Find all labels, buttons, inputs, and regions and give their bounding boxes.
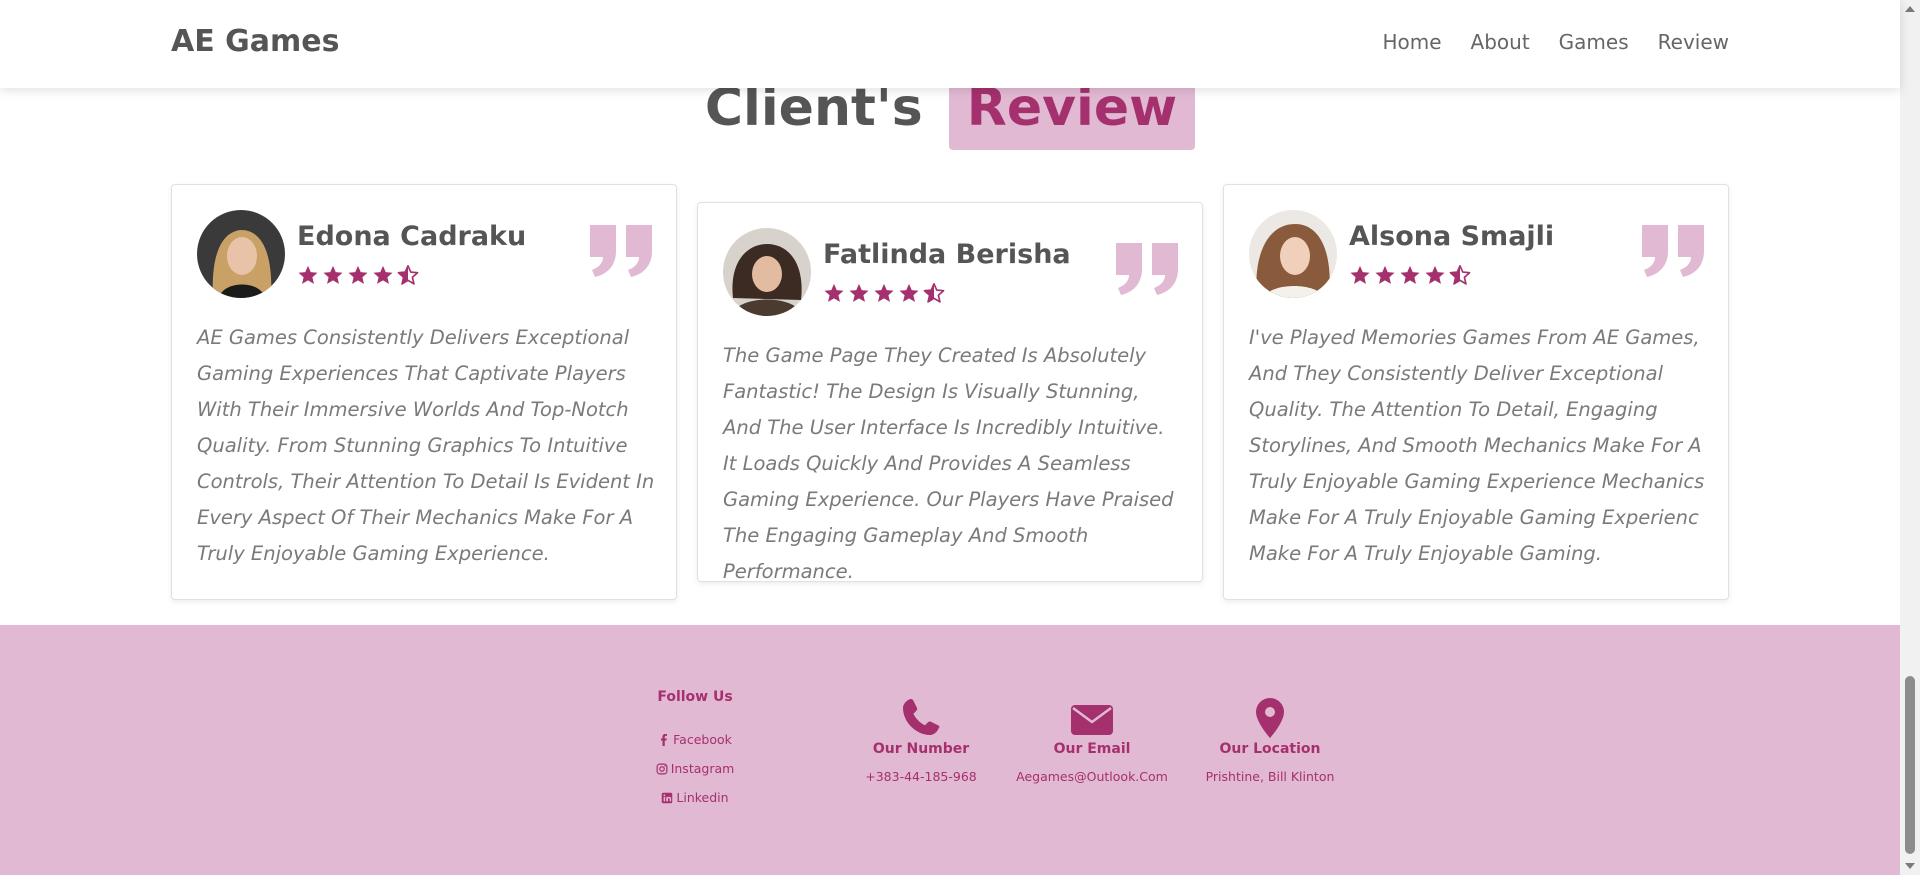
review-card: Edona Cadraku AE Games Consistently Deli… — [171, 184, 677, 600]
contact-title: Our Location — [1219, 741, 1321, 757]
star-icon — [1400, 265, 1420, 284]
social-link-instagram[interactable]: Instagram — [620, 754, 770, 783]
contact-title: Our Number — [872, 741, 970, 757]
star-rating — [297, 264, 419, 286]
avatar — [1249, 210, 1337, 298]
reviewer-name: Edona Cadraku — [297, 221, 527, 252]
star-rating — [1349, 264, 1471, 286]
contact-value[interactable]: +383-44-185-968 — [831, 769, 1011, 784]
nav-games[interactable]: Games — [1559, 30, 1629, 54]
star-rating — [823, 282, 945, 304]
linkedin-icon — [662, 792, 673, 803]
review-card: Alsona Smajli I've Played Memories Games… — [1223, 184, 1729, 600]
footer: Follow Us Facebook Instagram Linkedin Ou… — [0, 625, 1900, 875]
star-half-icon — [1449, 265, 1471, 285]
review-text: I've Played Memories Games From AE Games… — [1249, 326, 1705, 565]
navbar: AE Games Home About Games Review — [0, 0, 1900, 88]
nav-links: Home About Games Review — [1382, 30, 1729, 54]
reviewer-name: Alsona Smajli — [1349, 221, 1555, 252]
star-icon — [849, 283, 869, 302]
review-text: The Game Page They Created Is Absolutely… — [723, 344, 1174, 583]
nav-about[interactable]: About — [1471, 30, 1530, 54]
reviewer-name: Fatlinda Berisha — [823, 239, 1071, 270]
contact-email: Our Email Aegames@Outlook.Com — [1002, 697, 1182, 784]
star-icon — [874, 283, 894, 302]
quote-icon — [1114, 241, 1180, 297]
envelope-icon — [1071, 705, 1113, 735]
contact-title: Our Email — [1053, 741, 1131, 757]
star-icon — [298, 265, 318, 284]
scroll-down-arrow-icon[interactable] — [1905, 863, 1915, 869]
star-icon — [323, 265, 343, 284]
quote-icon — [588, 223, 654, 279]
follow-us-title: Follow Us — [657, 689, 733, 705]
star-icon — [1425, 265, 1445, 284]
star-icon — [899, 283, 919, 302]
scrollbar[interactable] — [1900, 0, 1920, 875]
nav-review[interactable]: Review — [1658, 30, 1729, 54]
scroll-up-arrow-icon[interactable] — [1905, 6, 1915, 12]
location-pin-icon — [1256, 698, 1284, 738]
star-icon — [1350, 265, 1370, 284]
star-icon — [348, 265, 368, 284]
social-label: Instagram — [670, 761, 735, 776]
star-half-icon — [397, 265, 419, 285]
nav-home[interactable]: Home — [1382, 30, 1441, 54]
contact-value[interactable]: Aegames@Outlook.Com — [1002, 769, 1182, 784]
scrollbar-thumb[interactable] — [1905, 676, 1915, 854]
star-icon — [1375, 265, 1395, 284]
review-text: AE Games Consistently Delivers Exception… — [197, 326, 655, 565]
contact-value: Prishtine, Bill Klinton — [1205, 769, 1335, 784]
star-icon — [824, 283, 844, 302]
facebook-icon — [661, 733, 668, 746]
avatar — [723, 228, 811, 316]
follow-us: Follow Us Facebook Instagram Linkedin — [620, 689, 770, 812]
phone-icon — [903, 699, 940, 735]
social-link-facebook[interactable]: Facebook — [620, 725, 770, 754]
social-label: Linkedin — [676, 790, 729, 805]
quote-icon — [1640, 223, 1706, 279]
star-half-icon — [923, 283, 945, 303]
instagram-icon — [656, 763, 668, 774]
social-label: Facebook — [673, 732, 732, 747]
contact-number: Our Number +383-44-185-968 — [831, 697, 1011, 784]
contact-location: Our Location Prishtine, Bill Klinton — [1180, 697, 1360, 784]
star-icon — [373, 265, 393, 284]
review-card: Fatlinda Berisha The Game Page They Crea… — [697, 202, 1203, 583]
brand-logo[interactable]: AE Games — [171, 24, 340, 59]
social-link-linkedin[interactable]: Linkedin — [620, 783, 770, 812]
avatar — [197, 210, 285, 298]
